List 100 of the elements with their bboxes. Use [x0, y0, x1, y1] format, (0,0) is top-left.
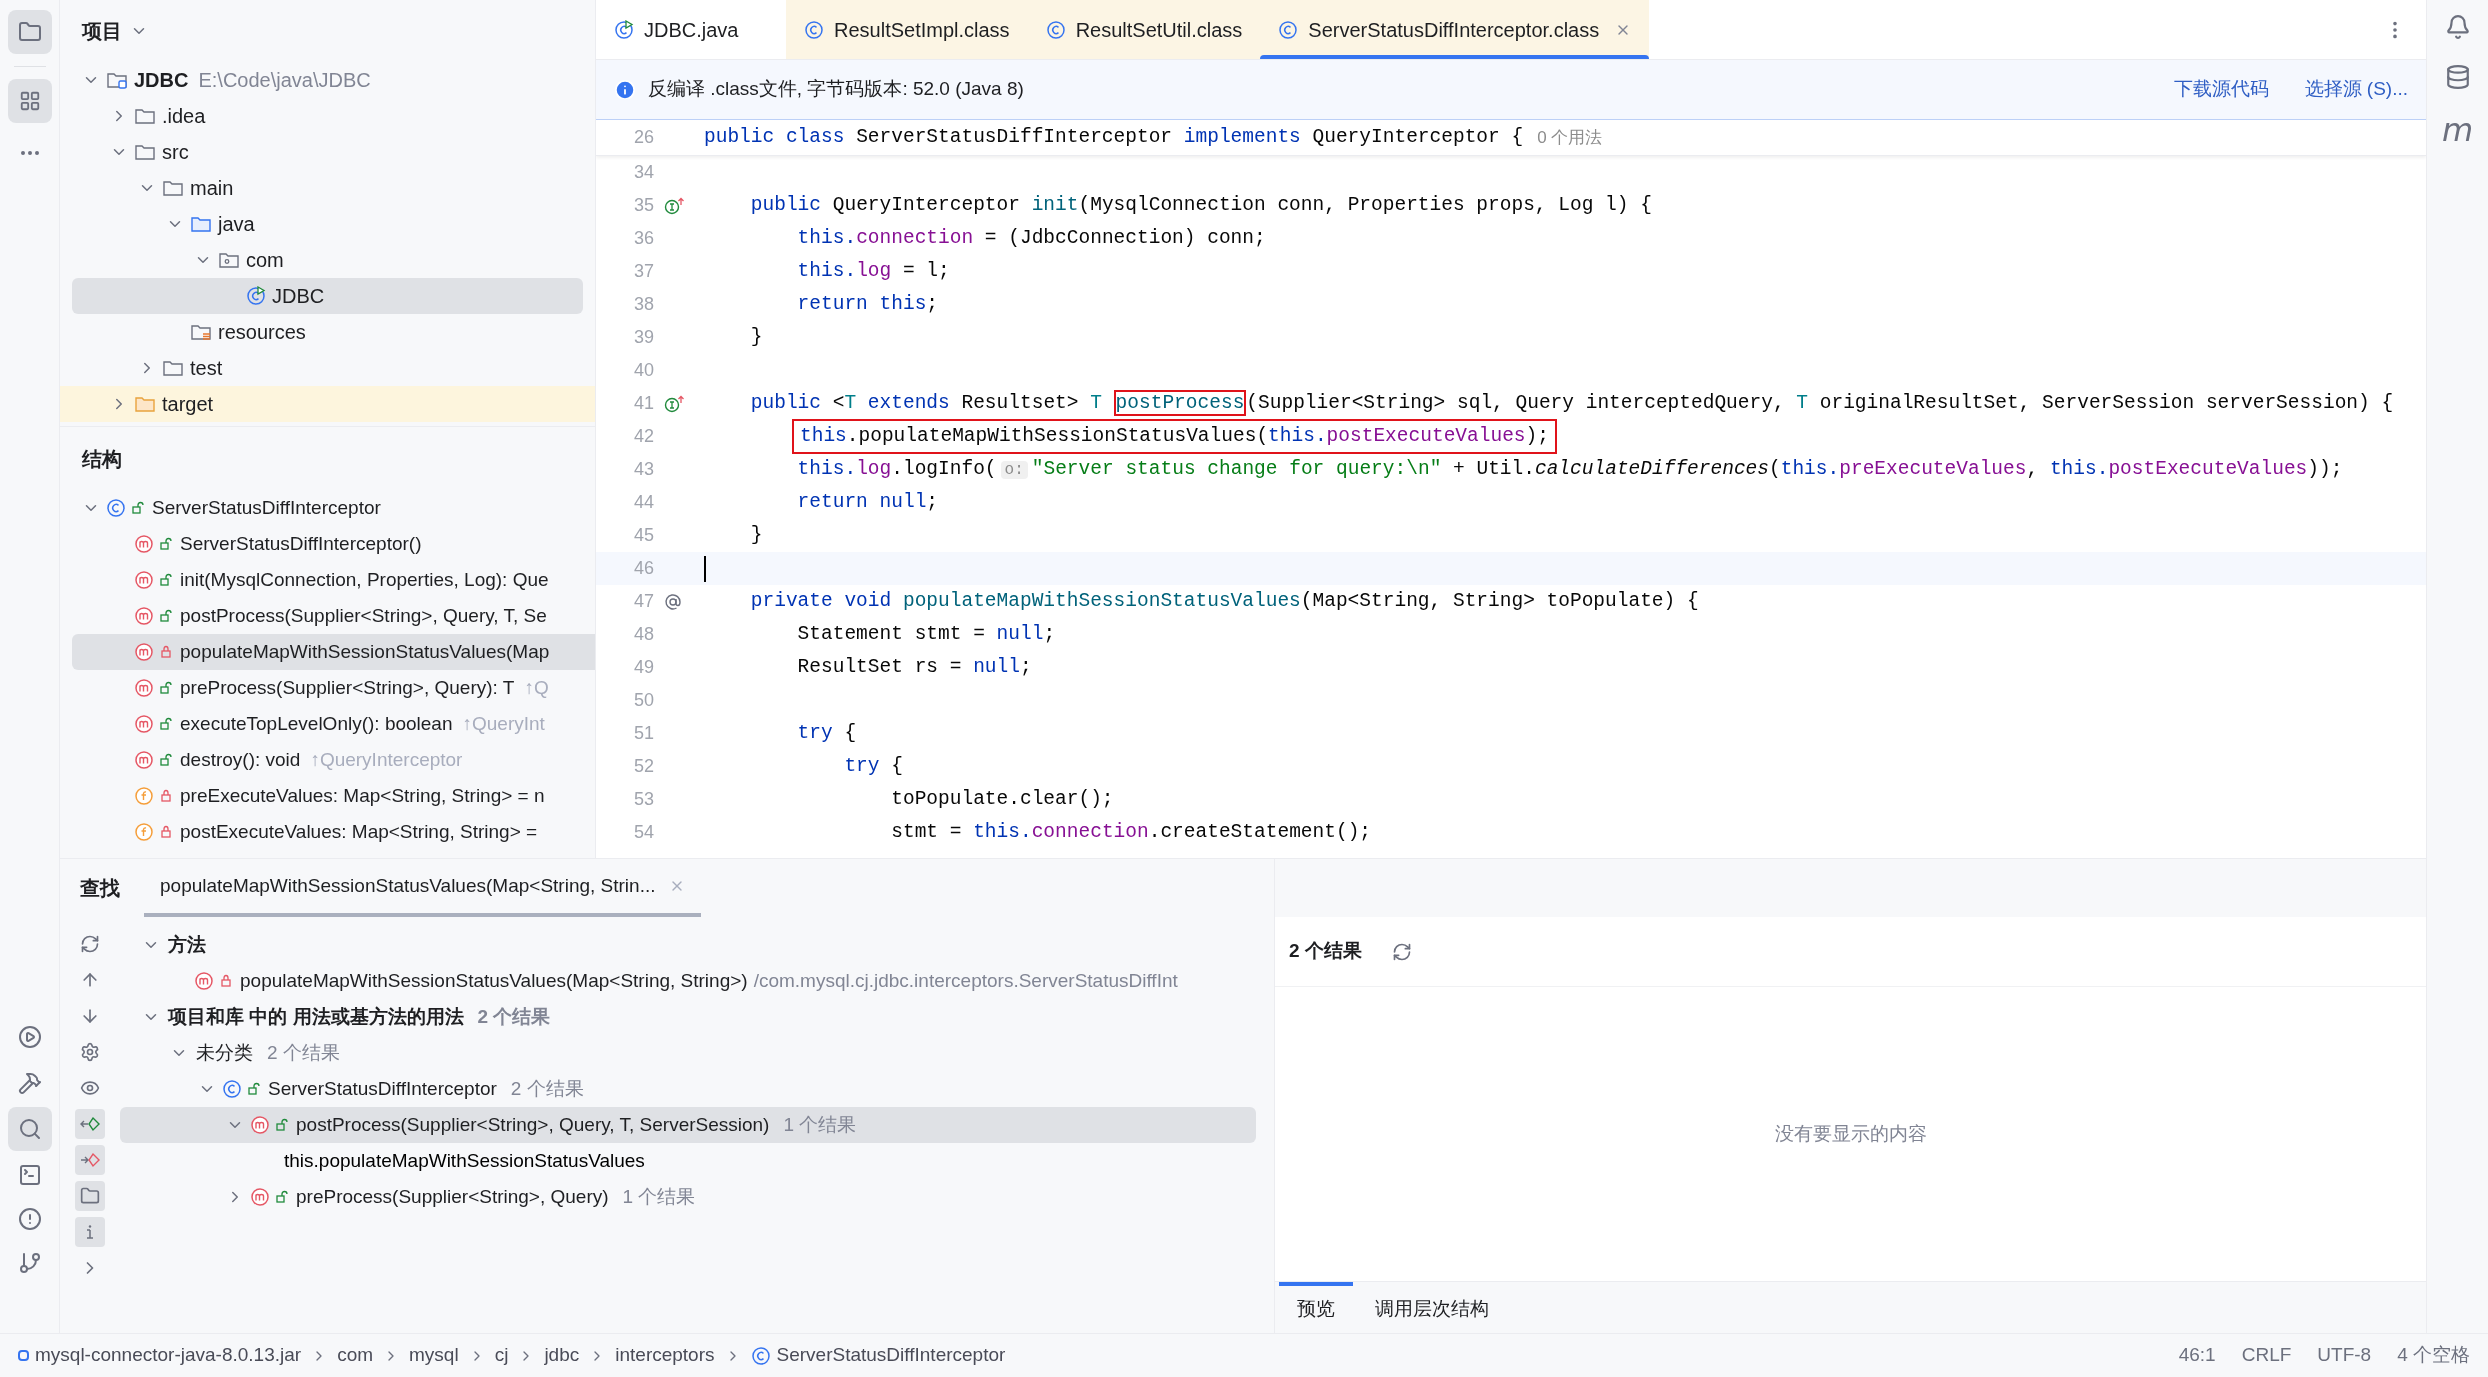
search-tool-button[interactable]: [7, 1107, 52, 1151]
terminal-icon[interactable]: [17, 1163, 42, 1187]
preview-tab[interactable]: 调用层次结构: [1357, 1282, 1507, 1333]
structure-item[interactable]: postProcess(Supplier<String>, Query, T, Se: [60, 598, 595, 634]
class-icon: [106, 498, 126, 518]
status-item[interactable]: 4 个空格: [2397, 1341, 2470, 1370]
problems-icon[interactable]: [17, 1207, 42, 1231]
banner-link[interactable]: 选择源 (S)...: [2304, 75, 2408, 104]
structure-item[interactable]: executeTopLevelOnly(): boolean ↑QueryInt: [60, 706, 595, 742]
status-item[interactable]: 46:1: [2178, 1341, 2216, 1370]
line-number: 51: [632, 722, 654, 745]
method-icon: [250, 1115, 270, 1135]
member-label: destroy(): void: [180, 747, 301, 772]
code-line: this.log.logInfo( o: "Server status change for query:\n" + Util.calculateDifferences(this.preExecuteValues, this.postExecuteValues));: [796, 456, 2343, 482]
code-line: }: [749, 324, 763, 350]
git-branch-icon[interactable]: [17, 1251, 42, 1275]
tree-item[interactable]: JDBC E:\Code\java\JDBC: [60, 62, 595, 98]
arrow-right-icon[interactable]: [75, 1145, 105, 1175]
hammer-icon[interactable]: [17, 1071, 42, 1095]
line-number: 35: [632, 194, 654, 217]
structure-item[interactable]: destroy(): void ↑QueryInterceptor: [60, 742, 595, 778]
structure-item[interactable]: preProcess(Supplier<String>, Query): T ↑Q: [60, 670, 595, 706]
result-item[interactable]: ServerStatusDiffInterceptor 2 个结果: [120, 1071, 1274, 1107]
tab-label: ResultSetUtil.class: [1075, 17, 1243, 43]
line-number: 39: [632, 326, 654, 349]
notifications-icon[interactable]: [2444, 14, 2471, 40]
tree-item[interactable]: main: [60, 170, 595, 206]
folder-icon: [17, 20, 42, 44]
code-line: return null;: [796, 489, 939, 515]
result-label: ServerStatusDiffInterceptor: [268, 1076, 497, 1101]
status-item[interactable]: CRLF: [2241, 1341, 2292, 1370]
method-icon: [250, 1187, 270, 1207]
editor-tab[interactable]: ResultSetImpl.class: [786, 0, 1028, 59]
structure-item[interactable]: ServerStatusDiffInterceptor: [60, 490, 595, 526]
breadcrumb[interactable]: ServerStatusDiffInterceptor: [776, 1341, 1006, 1370]
structure-item[interactable]: ServerStatusDiffInterceptor(): [60, 526, 595, 562]
breadcrumb[interactable]: cj: [494, 1341, 509, 1370]
info-icon[interactable]: [75, 1217, 105, 1247]
result-count: 1 个结果: [783, 1112, 857, 1137]
item-path: E:\Code\java\JDBC: [198, 68, 371, 93]
find-tab[interactable]: populateMapWithSessionStatusValues(Map<String, Strin...: [144, 859, 702, 917]
structure-item[interactable]: init(MysqlConnection, Properties, Log): Que: [60, 562, 595, 598]
tree-item[interactable]: java: [60, 206, 595, 242]
package-icon: [218, 250, 240, 270]
line-number: 50: [632, 689, 654, 712]
member-hint: ↑Q: [524, 675, 549, 700]
preview-tab[interactable]: 预览: [1279, 1282, 1353, 1333]
tree-item[interactable]: src: [60, 134, 595, 170]
editor-tab[interactable]: ServerStatusDiffInterceptor.class: [1260, 0, 1650, 59]
structure-tool-button[interactable]: [7, 79, 52, 123]
folder-icon[interactable]: [75, 1181, 105, 1211]
result-item[interactable]: this.populateMapWithSessionStatusValues: [120, 1143, 1274, 1179]
code-line: public class ServerStatusDiffInterceptor implements QueryInterceptor {: [704, 124, 1524, 150]
refresh-icon[interactable]: [1391, 941, 1412, 962]
method-icon: [134, 678, 154, 698]
folder-icon: [190, 214, 212, 234]
tree-item[interactable]: resources: [60, 314, 595, 350]
status-item[interactable]: UTF-8: [2317, 1341, 2372, 1370]
item-label: src: [162, 140, 189, 165]
arrow-left-icon[interactable]: [75, 1109, 105, 1139]
result-item[interactable]: 方法: [120, 927, 1274, 963]
member-label: ServerStatusDiffInterceptor: [152, 495, 381, 520]
code-line: public <T extends Resultset> T postProcess(Supplier<String> sql, Query interceptedQuery, T originalResultSet, ServerSession serverSession) {: [749, 388, 2394, 418]
line-number: 45: [632, 524, 654, 547]
banner-message: 反编译 .class文件, 字节码版本: 52.0 (Java 8): [648, 77, 1024, 102]
breadcrumb[interactable]: mysql: [409, 1341, 459, 1370]
breadcrumb[interactable]: mysql-connector-java-8.0.13.jar: [35, 1341, 302, 1370]
usage-hint: 0 个用法: [1537, 126, 1603, 149]
field-icon: [134, 786, 154, 806]
at-sign-icon[interactable]: [664, 592, 682, 611]
line-number: 54: [632, 821, 654, 844]
tree-item[interactable]: com: [60, 242, 595, 278]
result-item[interactable]: 项目和库 中的 用法或基方法的用法 2 个结果: [120, 999, 1274, 1035]
structure-item[interactable]: preExecuteValues: Map<String, String> = n: [60, 778, 595, 814]
database-icon[interactable]: [2444, 64, 2471, 90]
editor-tab[interactable]: ResultSetUtil.class: [1027, 0, 1261, 59]
banner-link[interactable]: 下载源代码: [2173, 75, 2269, 104]
tree-item[interactable]: .idea: [60, 98, 595, 134]
implements-icon[interactable]: [664, 394, 686, 413]
result-item[interactable]: 未分类 2 个结果: [120, 1035, 1274, 1071]
breadcrumb[interactable]: com: [337, 1341, 374, 1370]
tree-item[interactable]: target: [60, 386, 595, 422]
implements-icon[interactable]: [664, 196, 686, 215]
services-icon[interactable]: [17, 1025, 42, 1049]
maven-icon[interactable]: m: [2441, 114, 2474, 146]
result-item[interactable]: populateMapWithSessionStatusValues(Map<String, String>) /com.mysql.cj.jdbc.interceptors.ServerStatusDiffInt: [120, 963, 1274, 999]
preview-header: 2 个结果: [1289, 939, 1362, 964]
tree-item[interactable]: JDBC: [72, 278, 583, 314]
member-label: populateMapWithSessionStatusValues(Map: [180, 639, 550, 664]
structure-item[interactable]: populateMapWithSessionStatusValues(Map: [72, 634, 595, 670]
folder-icon: [162, 358, 184, 378]
structure-item[interactable]: postExecuteValues: Map<String, String> =: [60, 814, 595, 850]
method-icon: [134, 606, 154, 626]
result-item[interactable]: preProcess(Supplier<String>, Query) 1 个结果: [120, 1179, 1274, 1215]
tree-item[interactable]: test: [60, 350, 595, 386]
breadcrumb[interactable]: interceptors: [615, 1341, 715, 1370]
result-item[interactable]: postProcess(Supplier<String>, Query, T, ServerSession) 1 个结果: [120, 1107, 1256, 1143]
member-label: preExecuteValues: Map<String, String> = n: [180, 783, 545, 808]
project-tool-button[interactable]: [7, 10, 52, 54]
breadcrumb[interactable]: jdbc: [544, 1341, 580, 1370]
